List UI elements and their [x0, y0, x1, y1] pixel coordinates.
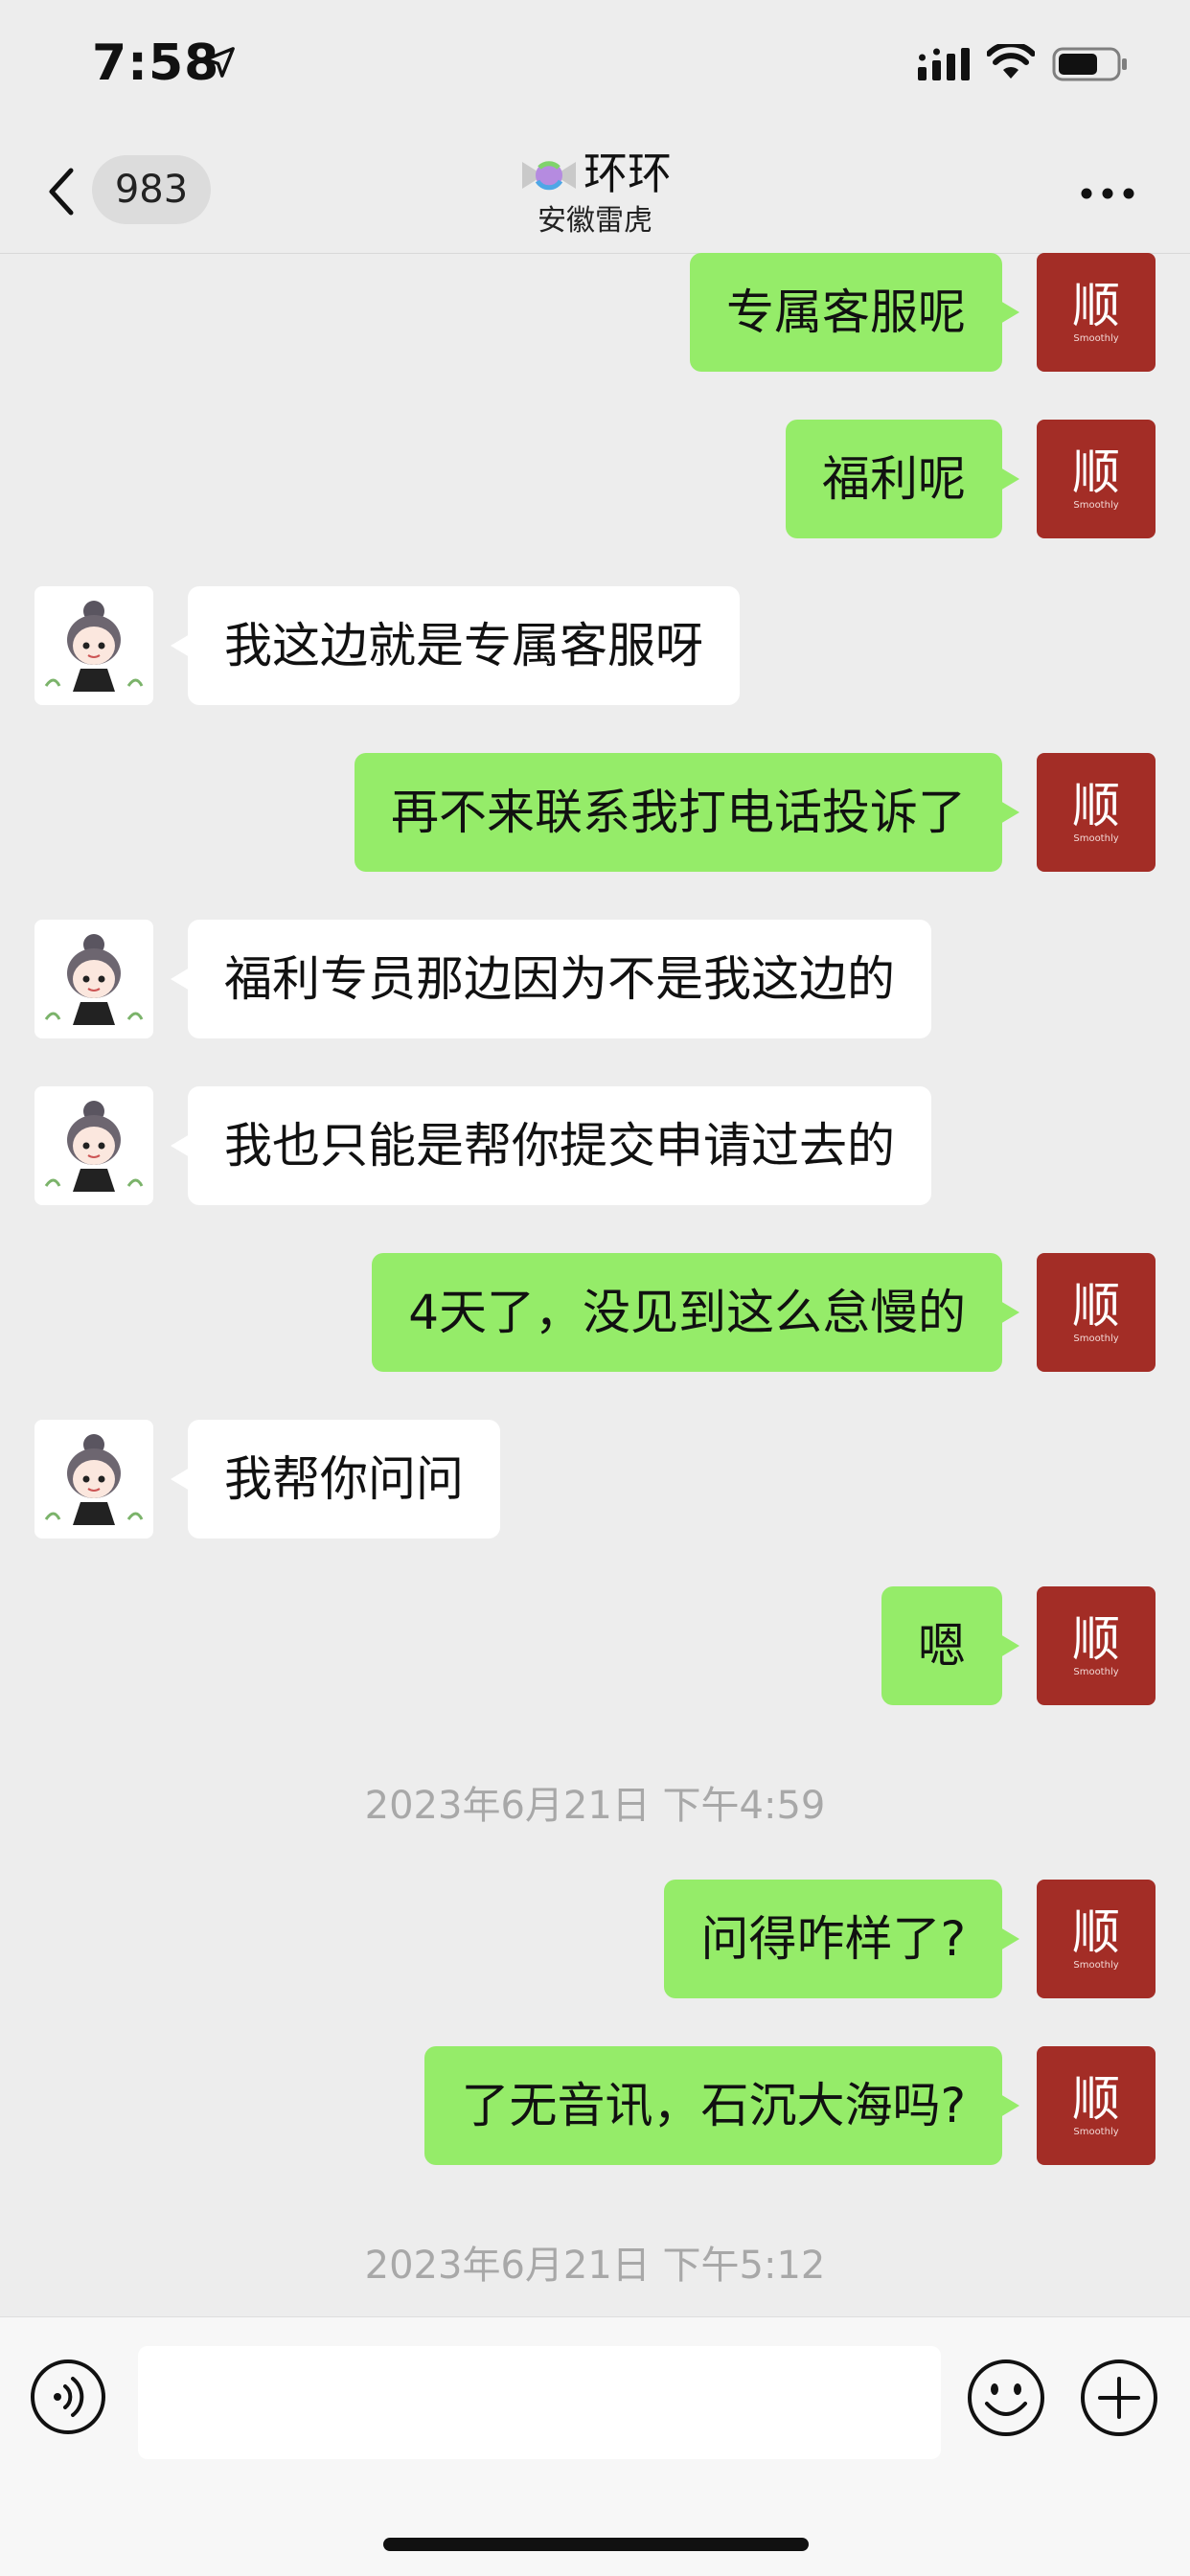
more-options-icon[interactable]	[1079, 186, 1136, 201]
message-bubble-received[interactable]: 福利专员那边因为不是我这边的	[171, 920, 931, 1038]
contact-avatar[interactable]	[34, 1420, 153, 1539]
self-logo-subtext: Smoothly	[1073, 500, 1118, 511]
chat-title: 环环 安徽雷虎	[402, 144, 788, 239]
self-avatar[interactable]: 顺 Smoothly	[1037, 753, 1156, 872]
message-row: 我这边就是专属客服呀	[0, 586, 1190, 705]
voice-input-icon[interactable]	[29, 2358, 107, 2436]
cellular-signal-icon	[918, 48, 970, 80]
message-row: 我帮你问问	[0, 1420, 1190, 1539]
cartoon-girl-avatar-icon	[44, 601, 144, 692]
shun-logo-icon: 顺 Smoothly	[1072, 2071, 1120, 2137]
contact-name: 环环	[584, 148, 672, 199]
shun-logo-icon: 顺 Smoothly	[1072, 278, 1120, 344]
message-row: 福利专员那边因为不是我这边的	[0, 920, 1190, 1038]
message-bubble-received[interactable]: 我也只能是帮你提交申请过去的	[171, 1086, 931, 1205]
message-row: 福利呢 顺 Smoothly	[0, 420, 1190, 538]
self-avatar[interactable]: 顺 Smoothly	[1037, 2046, 1156, 2165]
contact-avatar[interactable]	[34, 586, 153, 705]
message-row: 专属客服呢 顺 Smoothly	[0, 253, 1190, 372]
self-avatar[interactable]: 顺 Smoothly	[1037, 253, 1156, 372]
status-bar: 7:58	[0, 0, 1190, 134]
self-logo-char: 顺	[1072, 278, 1120, 333]
cartoon-girl-avatar-icon	[44, 934, 144, 1025]
shun-logo-icon: 顺 Smoothly	[1072, 1278, 1120, 1344]
home-indicator[interactable]	[383, 2538, 809, 2551]
status-time: 7:58	[92, 34, 220, 92]
message-bubble-sent[interactable]: 了无音讯，石沉大海吗?	[424, 2046, 1019, 2165]
message-bubble-received[interactable]: 我这边就是专属客服呀	[171, 586, 740, 705]
self-logo-subtext: Smoothly	[1073, 1960, 1118, 1971]
self-logo-char: 顺	[1072, 2071, 1120, 2127]
self-logo-char: 顺	[1072, 778, 1120, 833]
self-logo-subtext: Smoothly	[1073, 1334, 1118, 1344]
self-avatar[interactable]: 顺 Smoothly	[1037, 1253, 1156, 1372]
emoji-icon[interactable]	[966, 2358, 1046, 2438]
message-row: 了无音讯，石沉大海吗? 顺 Smoothly	[0, 2046, 1190, 2165]
battery-icon	[1052, 47, 1127, 81]
message-input[interactable]	[138, 2346, 941, 2459]
contact-avatar[interactable]	[34, 920, 153, 1038]
self-logo-subtext: Smoothly	[1073, 1667, 1118, 1677]
message-bubble-received[interactable]: 我帮你问问	[171, 1420, 500, 1539]
wifi-icon	[987, 44, 1035, 79]
message-row: 再不来联系我打电话投诉了 顺 Smoothly	[0, 753, 1190, 872]
candy-emoji-icon	[522, 161, 576, 191]
chat-timestamp: 2023年6月21日 下午5:12	[364, 2244, 826, 2288]
message-bubble-sent[interactable]: 4天了，没见到这么怠慢的	[372, 1253, 1019, 1372]
shun-logo-icon: 顺 Smoothly	[1072, 1611, 1120, 1677]
self-logo-char: 顺	[1072, 1611, 1120, 1667]
self-logo-char: 顺	[1072, 1278, 1120, 1334]
message-bubble-sent[interactable]: 福利呢	[786, 420, 1019, 538]
self-logo-subtext: Smoothly	[1073, 833, 1118, 844]
self-avatar[interactable]: 顺 Smoothly	[1037, 1880, 1156, 1998]
self-logo-char: 顺	[1072, 1904, 1120, 1960]
unread-count-badge[interactable]: 983	[92, 155, 211, 224]
location-arrow-icon	[204, 47, 235, 78]
back-chevron-icon[interactable]	[42, 163, 80, 220]
message-bubble-sent[interactable]: 专属客服呢	[690, 253, 1019, 372]
plus-icon[interactable]	[1079, 2358, 1159, 2438]
message-row: 嗯 顺 Smoothly	[0, 1586, 1190, 1705]
self-avatar[interactable]: 顺 Smoothly	[1037, 420, 1156, 538]
message-row: 4天了，没见到这么怠慢的 顺 Smoothly	[0, 1253, 1190, 1372]
self-avatar[interactable]: 顺 Smoothly	[1037, 1586, 1156, 1705]
cartoon-girl-avatar-icon	[44, 1101, 144, 1192]
shun-logo-icon: 顺 Smoothly	[1072, 778, 1120, 844]
chat-timestamp: 2023年6月21日 下午4:59	[364, 1784, 826, 1828]
message-bubble-sent[interactable]: 问得咋样了?	[664, 1880, 1019, 1998]
message-row: 我也只能是帮你提交申请过去的	[0, 1086, 1190, 1205]
chat-input-bar	[0, 2316, 1190, 2576]
message-row: 问得咋样了? 顺 Smoothly	[0, 1880, 1190, 1998]
self-logo-subtext: Smoothly	[1073, 2127, 1118, 2137]
contact-avatar[interactable]	[34, 1086, 153, 1205]
self-logo-subtext: Smoothly	[1073, 333, 1118, 344]
shun-logo-icon: 顺 Smoothly	[1072, 445, 1120, 511]
self-logo-char: 顺	[1072, 445, 1120, 500]
chat-header: 983 环环 安徽雷虎	[0, 134, 1190, 254]
message-bubble-sent[interactable]: 嗯	[881, 1586, 1019, 1705]
cartoon-girl-avatar-icon	[44, 1434, 144, 1525]
contact-subtitle: 安徽雷虎	[538, 204, 652, 238]
message-bubble-sent[interactable]: 再不来联系我打电话投诉了	[355, 753, 1019, 872]
shun-logo-icon: 顺 Smoothly	[1072, 1904, 1120, 1971]
